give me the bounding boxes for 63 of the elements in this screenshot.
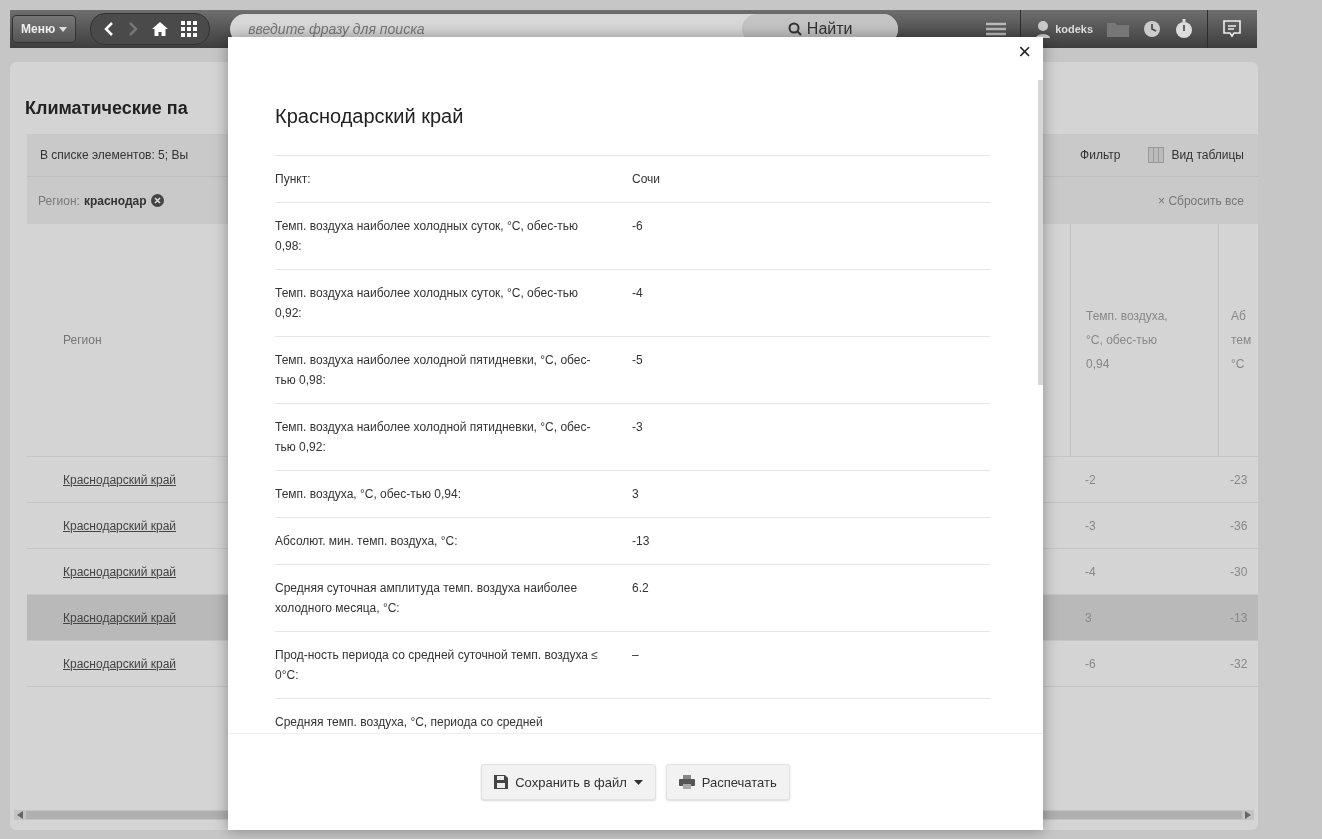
- region-link[interactable]: Краснодарский край: [63, 610, 176, 625]
- user-icon[interactable]: [1035, 20, 1052, 38]
- home-icon[interactable]: [151, 21, 170, 37]
- chat-icon[interactable]: [1222, 19, 1243, 39]
- floppy-icon: [494, 775, 509, 789]
- column-header: Аб тем °C: [1218, 224, 1258, 456]
- printer-icon: [678, 775, 695, 789]
- scrollbar[interactable]: [1038, 80, 1043, 385]
- menu-icon[interactable]: [986, 22, 1007, 36]
- field-label: Средняя темп. воздуха, °C, периода со средней: [275, 714, 544, 731]
- table-cell-text: -4: [1084, 564, 1097, 579]
- field-value: –: [632, 647, 639, 664]
- column-header: Регион: [62, 333, 103, 347]
- columns-icon: [1148, 147, 1165, 163]
- field-label: Темп. воздуха наиболее холодных суток, °C, обес-тью 0,98:: [275, 218, 579, 255]
- field-value: -6: [632, 218, 643, 235]
- table-cell-text: -30: [1229, 564, 1249, 579]
- field-label: Средняя суточная амплитуда темп. воздуха наиболее холодного месяца, °C:: [275, 580, 579, 617]
- back-icon[interactable]: [103, 21, 116, 37]
- column-header: Темп. воздуха, °C, обес-тью 0,94: [1070, 224, 1218, 456]
- field-label: Абсолют. мин. темп. воздуха, °C:: [275, 533, 459, 550]
- caret-icon: [59, 26, 68, 32]
- region-link[interactable]: Краснодарский край: [63, 656, 176, 671]
- table-view-button[interactable]: Вид таблицы: [1144, 147, 1258, 163]
- search-icon: [787, 22, 802, 36]
- close-button[interactable]: ×: [1016, 41, 1033, 63]
- region-link[interactable]: Краснодарский край: [63, 472, 176, 487]
- field-label: Темп. воздуха наиболее холодной пятидневки, °C, обес-тью 0,98:: [275, 352, 592, 389]
- user-name[interactable]: kodeks: [1055, 23, 1094, 35]
- field-label: Темп. воздуха, °C, обес-тью 0,94:: [275, 486, 462, 503]
- clock-icon[interactable]: [1143, 20, 1162, 38]
- table-cell-text: -32: [1229, 656, 1249, 671]
- scroll-right-icon[interactable]: [1245, 811, 1251, 819]
- page-title: Климатические па: [25, 98, 188, 120]
- scroll-left-icon[interactable]: [17, 811, 23, 819]
- filter-tag[interactable]: Регион: краснодар: [38, 193, 164, 208]
- field-value: -5: [632, 352, 643, 369]
- field-label: Прод-ность периода со средней суточной темп. воздуха ≤ 0°C:: [275, 647, 599, 684]
- table-cell-text: -23: [1229, 472, 1249, 487]
- menu-button[interactable]: Меню: [12, 15, 77, 43]
- field-value: -4: [632, 285, 643, 302]
- field-label: Темп. воздуха наиболее холодной пятидневки, °C, обес-тью 0,92:: [275, 419, 592, 456]
- grid-icon[interactable]: [181, 21, 198, 37]
- region-link[interactable]: Краснодарский край: [63, 518, 176, 533]
- field-value: 3: [632, 486, 639, 503]
- field-value: -13: [632, 533, 650, 550]
- save-to-file-button[interactable]: Сохранить в файл: [481, 764, 656, 800]
- filter-button[interactable]: Фильтр: [1076, 148, 1135, 162]
- field-label: Темп. воздуха наиболее холодных суток, °C, обес-тью 0,92:: [275, 285, 579, 322]
- field-value: 6.2: [632, 580, 649, 597]
- print-button[interactable]: Распечатать: [665, 764, 790, 800]
- field-value: Сочи: [632, 171, 661, 188]
- region-link[interactable]: Краснодарский край: [63, 564, 176, 579]
- field-label: Пункт:: [275, 171, 312, 188]
- table-cell-text: -6: [1084, 656, 1097, 671]
- table-cell-text: -3: [1084, 518, 1097, 533]
- table-cell-text: -2: [1084, 472, 1097, 487]
- remove-icon[interactable]: [150, 194, 164, 207]
- dialog-title: Краснодарский край: [275, 105, 990, 156]
- stopwatch-icon[interactable]: [1175, 19, 1194, 39]
- field-value: -3: [632, 419, 643, 436]
- table-cell-text: -36: [1229, 518, 1249, 533]
- list-summary: В списке элементов: 5; Вы: [40, 148, 189, 162]
